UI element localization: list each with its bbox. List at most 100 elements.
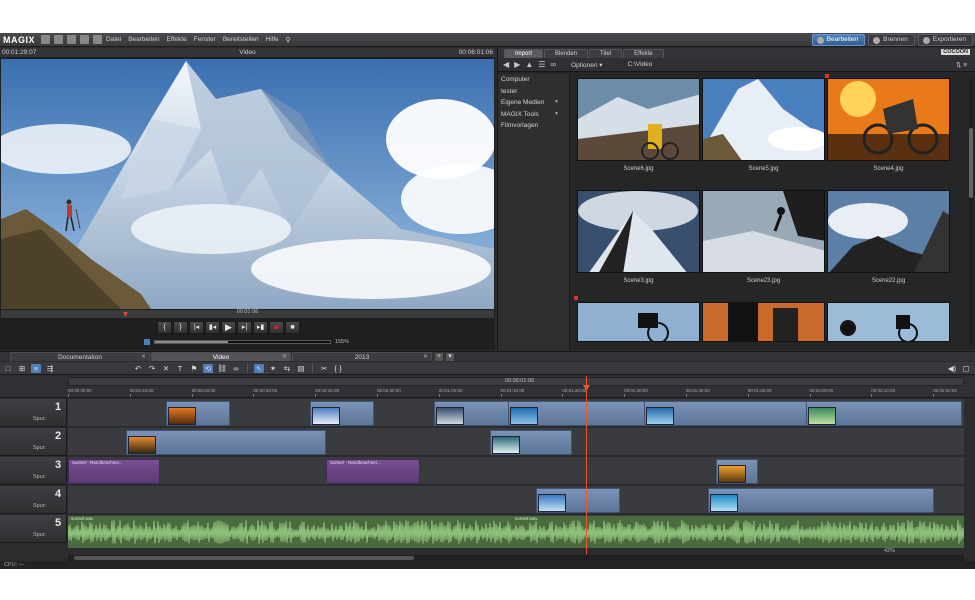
- tab-import[interactable]: Import: [504, 49, 544, 58]
- mark-out-button[interactable]: }: [173, 321, 188, 334]
- loop-icon[interactable]: ⟲: [203, 363, 213, 373]
- title-clip[interactable]: Sunset - Randbeschnei...: [68, 459, 160, 484]
- maximize-icon[interactable]: ▢: [961, 364, 971, 373]
- next-marker-button[interactable]: ▸|: [237, 321, 252, 334]
- media-pool-scrollbar[interactable]: [969, 78, 973, 346]
- prev-marker-button[interactable]: |◂: [189, 321, 204, 334]
- video-preview[interactable]: [1, 59, 494, 309]
- mixer-icon[interactable]: ⇶: [45, 364, 55, 373]
- zoom-value[interactable]: 155%: [335, 339, 349, 345]
- thumbnail-scene5[interactable]: Scene5.jpg: [702, 78, 825, 172]
- close-icon[interactable]: ✕: [282, 353, 287, 362]
- speaker-icon[interactable]: ◀): [947, 364, 957, 373]
- record-button[interactable]: ●: [269, 321, 284, 334]
- video-clip[interactable]: [166, 401, 230, 426]
- cut-icon[interactable]: ✂: [319, 364, 329, 373]
- list-view-icon[interactable]: ☰: [538, 60, 545, 69]
- save-icon[interactable]: [67, 35, 77, 44]
- track-header-1[interactable]: Spur: 1: [0, 399, 67, 427]
- sidebar-item-eigene-medien[interactable]: Eigene Medien ▼: [498, 97, 569, 109]
- thumbnail-row3-1[interactable]: [577, 302, 700, 342]
- forward-arrow-icon[interactable]: ▶: [514, 60, 520, 69]
- undo-icon[interactable]: [80, 35, 90, 44]
- tab-titel[interactable]: Titel: [589, 49, 623, 58]
- thumbnail-scene3[interactable]: Scene3.jpg: [577, 190, 700, 284]
- sidebar-item-filmvorlagen[interactable]: Filmvorlagen: [498, 120, 569, 132]
- video-clip[interactable]: [508, 401, 646, 426]
- track-header-5[interactable]: Spur: 5: [0, 515, 67, 543]
- tab-2013[interactable]: 2013 ✕: [292, 352, 432, 361]
- help-pin-icon[interactable]: ⚲: [286, 36, 291, 44]
- mode-exportieren-button[interactable]: Exportieren: [917, 34, 973, 46]
- scene-overview-icon[interactable]: ⊞: [17, 364, 27, 373]
- effects-icon[interactable]: {·}: [333, 364, 343, 373]
- menu-effekte[interactable]: Effekte: [167, 36, 187, 43]
- timeline-zoom[interactable]: 42%: [884, 548, 895, 554]
- marker-icon[interactable]: ⚑: [189, 364, 199, 373]
- text-tool-icon[interactable]: T: [175, 364, 185, 373]
- new-file-icon[interactable]: [41, 35, 51, 44]
- storyboard-mode-icon[interactable]: □: [3, 364, 13, 373]
- video-clip[interactable]: [708, 488, 934, 513]
- video-clip[interactable]: [806, 401, 962, 426]
- sidebar-item-magix-tools[interactable]: MAGIX Tools ▼: [498, 109, 569, 121]
- track-lane-5[interactable]: sunset.wav sunset.wav: [68, 515, 964, 549]
- back-arrow-icon[interactable]: ◀: [503, 60, 509, 69]
- scrub-playhead[interactable]: [123, 312, 128, 317]
- track-header-2[interactable]: Spur: 2: [0, 428, 67, 456]
- track-tool-icon[interactable]: ▤: [296, 364, 306, 373]
- tab-effekte[interactable]: Effekte: [623, 49, 664, 58]
- menu-bearbeiten[interactable]: Bearbeiten: [128, 36, 159, 43]
- sidebar-item-tester[interactable]: tester: [498, 86, 569, 98]
- timeline-overview-bar[interactable]: 00:06:01:06: [68, 377, 964, 386]
- thumbnail-row3-2[interactable]: [702, 302, 825, 342]
- track-lane-3[interactable]: Sunset - Randbeschnei... Sunset - Randbe…: [68, 457, 964, 485]
- rewind-to-start-button[interactable]: ▮◂: [205, 321, 220, 334]
- track-header-4[interactable]: Spur: 4: [0, 486, 67, 514]
- video-clip[interactable]: [644, 401, 808, 426]
- preview-scrubber[interactable]: 00:01:06: [1, 309, 494, 318]
- link-icon[interactable]: ⛓: [217, 364, 227, 373]
- timeline-playhead[interactable]: [583, 376, 590, 554]
- close-icon[interactable]: ✕: [141, 353, 146, 362]
- scrollbar-thumb[interactable]: [74, 556, 414, 560]
- options-dropdown[interactable]: Optionen ▾: [571, 61, 602, 69]
- tab-documentation[interactable]: Documentation ✕: [10, 352, 150, 361]
- menu-datei[interactable]: Datei: [106, 36, 121, 43]
- menu-bereitstellen[interactable]: Bereitstellen: [223, 36, 259, 43]
- thumbnail-scene6[interactable]: Scene6.jpg: [577, 78, 700, 172]
- magic-tool-icon[interactable]: ✶: [268, 364, 278, 373]
- up-folder-icon[interactable]: ▲: [525, 60, 533, 69]
- timeline-ruler[interactable]: 00:06:01:06 00:00:00:00 00:00:10:00 00:00:…: [0, 376, 975, 398]
- timeline-mode-icon[interactable]: ≡: [31, 363, 41, 373]
- add-tab-button[interactable]: +: [435, 353, 443, 361]
- forward-to-end-button[interactable]: ▸▮: [253, 321, 268, 334]
- unlink-icon[interactable]: ∞: [231, 364, 241, 373]
- mark-in-button[interactable]: {: [157, 321, 172, 334]
- title-clip[interactable]: Sunset - Randbeschnei...: [326, 459, 420, 484]
- mode-bearbeiten-button[interactable]: Bearbeiten: [811, 34, 866, 46]
- tab-video[interactable]: Video ✕: [151, 352, 291, 361]
- menu-fenster[interactable]: Fenster: [194, 36, 216, 43]
- delete-icon[interactable]: ✕: [161, 364, 171, 373]
- thumbnail-scene23[interactable]: Scene23.jpg: [702, 190, 825, 284]
- thumbnail-scene22[interactable]: Scene22.jpg: [827, 190, 950, 284]
- video-clip[interactable]: [490, 430, 572, 455]
- binoculars-icon[interactable]: ∞: [550, 60, 556, 69]
- mode-brennen-button[interactable]: Brennen: [868, 34, 915, 46]
- video-clip[interactable]: [434, 401, 510, 426]
- preview-zoom-slider[interactable]: [154, 340, 331, 344]
- thumbnail-scene4[interactable]: Scene4.jpg: [827, 78, 950, 172]
- video-clip[interactable]: [716, 459, 758, 484]
- track-header-3[interactable]: Spur: 3: [0, 457, 67, 485]
- fullscreen-icon[interactable]: [144, 339, 150, 345]
- redo-icon[interactable]: ↷: [147, 364, 157, 373]
- sort-icon[interactable]: ⇅ ≡: [956, 61, 967, 69]
- track-lane-1[interactable]: [68, 399, 964, 427]
- path-field[interactable]: C:\Video: [628, 61, 653, 68]
- video-clip[interactable]: [126, 430, 326, 455]
- audio-clip[interactable]: sunset.wav sunset.wav: [68, 516, 964, 548]
- menu-hilfe[interactable]: Hilfe: [266, 36, 279, 43]
- pointer-tool-icon[interactable]: ↖: [254, 363, 264, 373]
- video-clip[interactable]: [310, 401, 374, 426]
